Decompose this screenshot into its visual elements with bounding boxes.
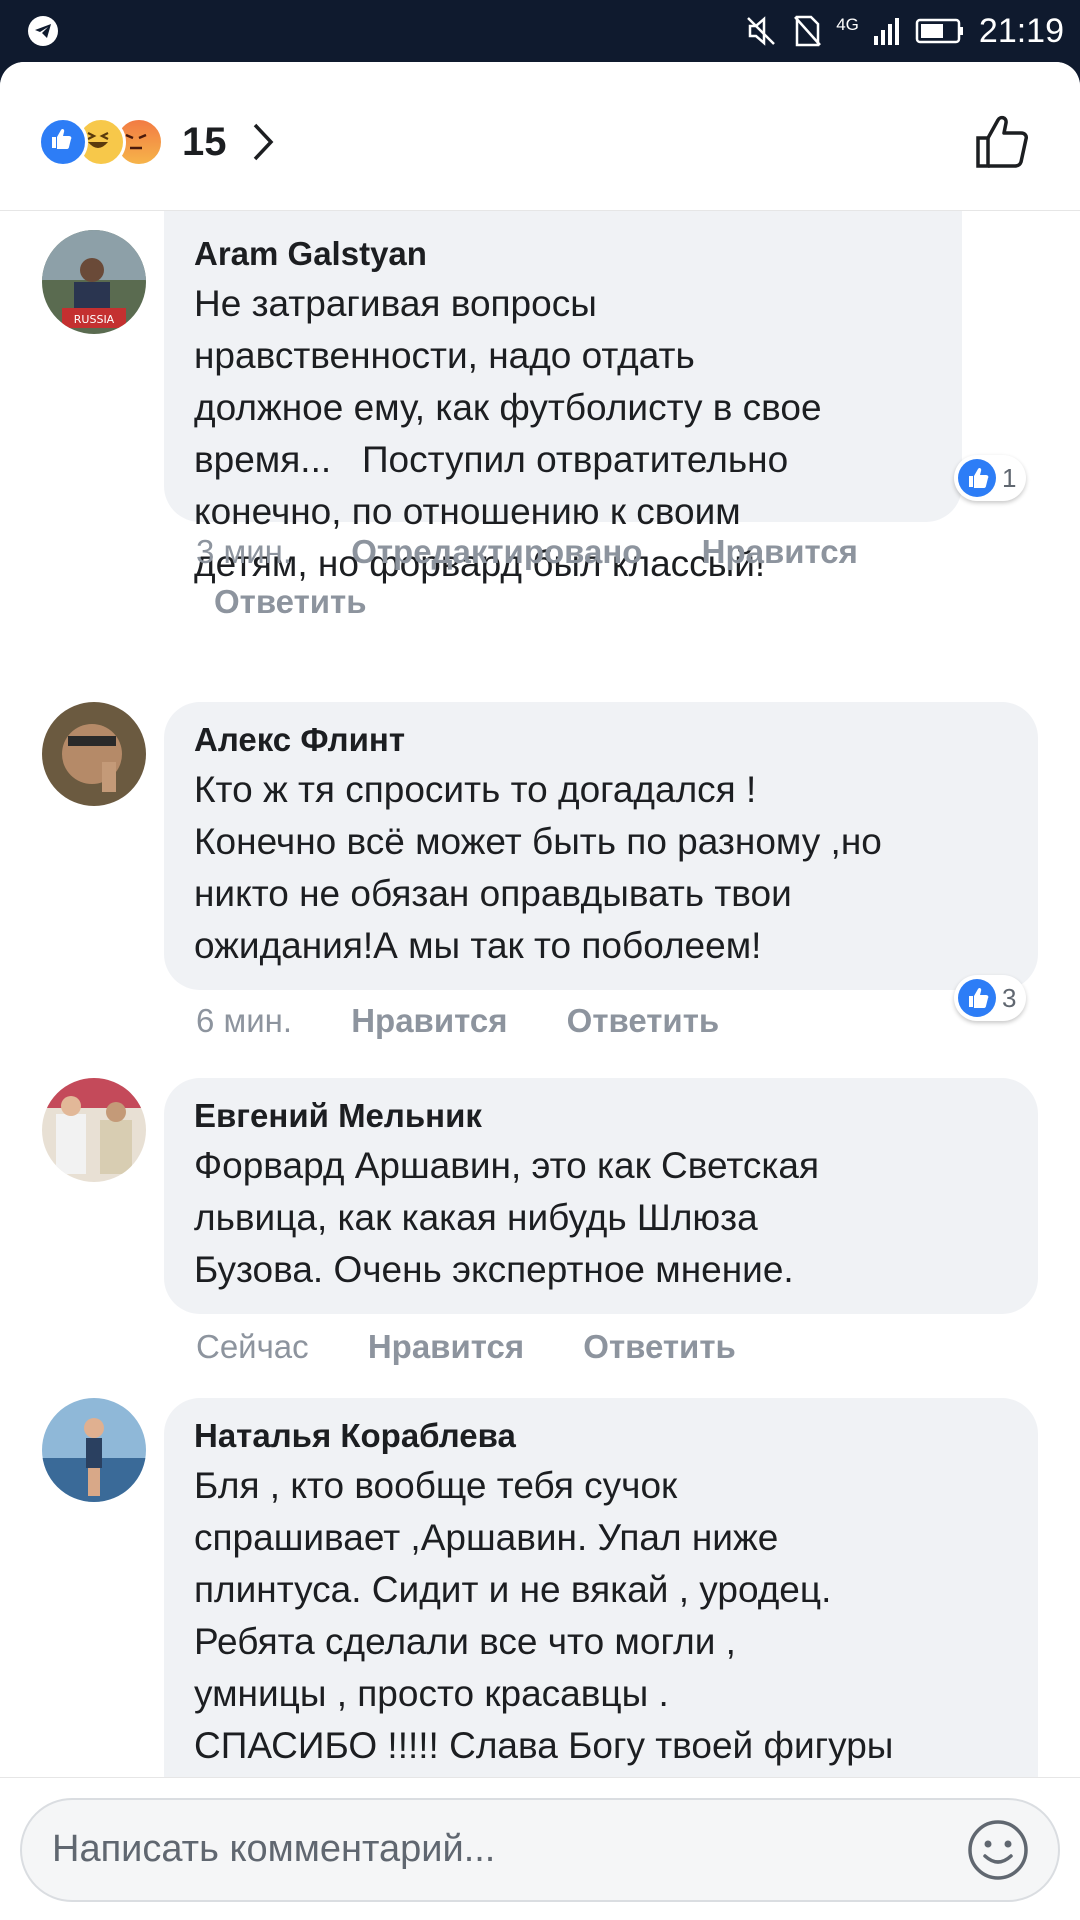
comment-text: Бля , кто вообще тебя сучок спрашивает ,… [194, 1465, 894, 1766]
avatar[interactable] [42, 702, 146, 806]
comment-author[interactable]: Aram Galstyan [194, 234, 932, 274]
comment-time: 6 мин. [196, 1002, 293, 1039]
avatar[interactable]: RUSSIA [42, 230, 146, 334]
comment-like-count[interactable]: 1 [954, 455, 1027, 501]
comment-author[interactable]: Алекс Флинт [194, 720, 1008, 760]
signal-icon [873, 18, 899, 45]
telegram-icon [28, 16, 58, 46]
network-type: 4G [836, 15, 859, 34]
status-bar: 4G 21:19 [0, 0, 1080, 62]
reaction-count: 15 [182, 119, 227, 164]
like-button[interactable]: Нравится [351, 1002, 507, 1039]
avatar[interactable] [42, 1078, 146, 1182]
clock: 21:19 [978, 11, 1064, 50]
reactions-header: 15 [0, 62, 1080, 211]
comment-like-count[interactable]: 3 [954, 975, 1027, 1021]
reply-button[interactable]: Ответить [583, 1328, 736, 1365]
comment-meta: 6 мин. Нравится Ответить [196, 996, 769, 1046]
comment-composer: Написать комментарий... [0, 1777, 1080, 1920]
like-button[interactable]: Нравится [368, 1328, 524, 1365]
comment-time: Сейчас [196, 1328, 309, 1365]
comment-bubble[interactable]: Алекс Флинт Кто ж тя спросить то догадал… [164, 702, 1038, 990]
no-sim-icon [794, 15, 822, 47]
like-reaction-icon [38, 117, 88, 167]
like-reaction-icon [958, 459, 996, 497]
comment-meta: Сейчас Нравится Ответить [196, 1322, 786, 1372]
comment-author[interactable]: Наталья Кораблева [194, 1416, 1008, 1456]
smiley-icon[interactable] [964, 1816, 1032, 1884]
thumbs-up-outline-icon[interactable] [974, 114, 1030, 170]
mute-icon [747, 16, 776, 46]
chevron-right-icon [253, 123, 273, 161]
comments-list: RUSSIA Aram Galstyan Не затрагивая вопро… [0, 210, 1080, 1838]
svg-text:RUSSIA: RUSSIA [74, 313, 115, 326]
comment-text: Кто ж тя спросить то догадался ! Конечно… [194, 769, 882, 966]
like-button[interactable]: Нравится [702, 533, 858, 570]
comment-bubble[interactable]: Aram Galstyan Не затрагивая вопросы нрав… [164, 210, 962, 584]
like-reaction-icon [958, 979, 996, 1017]
avatar[interactable] [42, 1398, 146, 1502]
comment-meta: 3 мин. Отредактировано Нравится [196, 527, 908, 577]
comment-time: 3 мин. [196, 533, 293, 570]
reply-button[interactable]: Ответить [567, 1002, 720, 1039]
comment-author[interactable]: Евгений Мельник [194, 1096, 1008, 1136]
reactions-summary[interactable]: 15 [38, 117, 275, 167]
comment-bubble[interactable]: Наталья Кораблева Бля , кто вообще тебя … [164, 1398, 1038, 1838]
comment-input[interactable]: Написать комментарий... [20, 1798, 1060, 1902]
battery-icon [915, 18, 963, 44]
comment-bubble[interactable]: Евгений Мельник Форвард Аршавин, это как… [164, 1078, 1038, 1314]
edited-label: Отредактировано [351, 533, 643, 570]
comment-input-placeholder: Написать комментарий... [52, 1828, 496, 1870]
reply-button[interactable]: Ответить [214, 583, 367, 620]
comments-panel: 15 RUSSIA Aram Galstyan Не затрагивая во… [0, 62, 1080, 1920]
comment-text: Форвард Аршавин, это как Светская львица… [194, 1145, 819, 1290]
